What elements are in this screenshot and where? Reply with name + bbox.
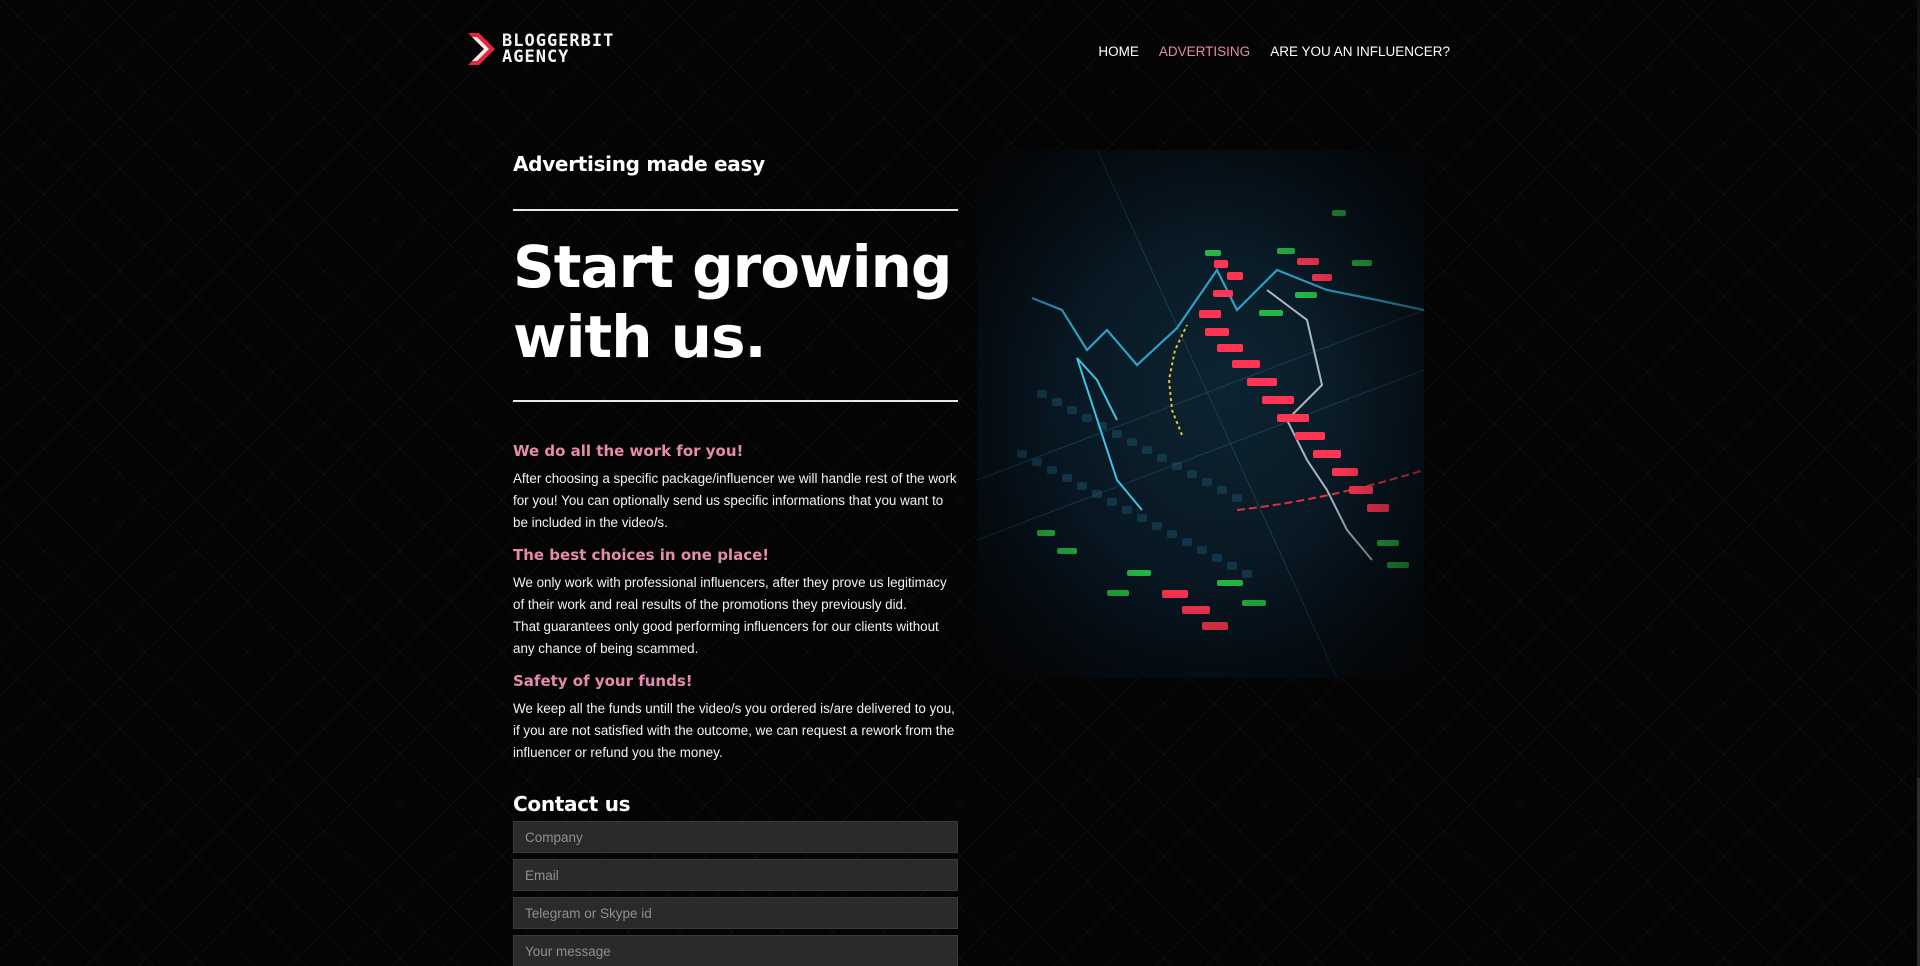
email-input[interactable]	[513, 859, 958, 891]
feature-text: We only work with professional influence…	[513, 575, 947, 612]
feature-text: After choosing a specific package/influe…	[513, 471, 957, 530]
brand-name: BLOGGERBIT AGENCY	[502, 33, 614, 67]
brand-name-line2: AGENCY	[502, 47, 570, 67]
eyebrow-heading: Advertising made easy	[513, 152, 765, 176]
feature-title: The best choices in one place!	[513, 546, 770, 564]
main-nav: HOME ADVERTISING ARE YOU AN INFLUENCER?	[1098, 44, 1450, 59]
feature-text: That guarantees only good performing inf…	[513, 619, 939, 656]
feature-title: We do all the work for you!	[513, 442, 744, 460]
trading-chart-image	[977, 150, 1424, 678]
hero-title: Start growing with us.	[513, 233, 952, 371]
messenger-input[interactable]	[513, 897, 958, 929]
feature-choices: The best choices in one place! We only w…	[513, 546, 958, 660]
chevron-logo-icon	[468, 33, 495, 65]
feature-text: We keep all the funds untill the video/s…	[513, 701, 955, 760]
feature-safety: Safety of your funds! We keep all the fu…	[513, 672, 958, 764]
divider-top	[513, 209, 958, 211]
feature-title: Safety of your funds!	[513, 672, 693, 690]
image-vignette	[977, 150, 1424, 678]
nav-advertising[interactable]: ADVERTISING	[1159, 44, 1250, 59]
feature-work: We do all the work for you! After choosi…	[513, 442, 958, 534]
nav-influencer[interactable]: ARE YOU AN INFLUENCER?	[1270, 44, 1450, 59]
company-input[interactable]	[513, 821, 958, 853]
nav-home[interactable]: HOME	[1098, 44, 1139, 59]
brand-logo[interactable]: BLOGGERBIT AGENCY	[468, 32, 614, 66]
message-input[interactable]	[513, 935, 958, 966]
features-list: We do all the work for you! After choosi…	[513, 442, 958, 776]
divider-bottom	[513, 400, 958, 402]
contact-form	[513, 821, 958, 966]
contact-heading: Contact us	[513, 792, 631, 816]
